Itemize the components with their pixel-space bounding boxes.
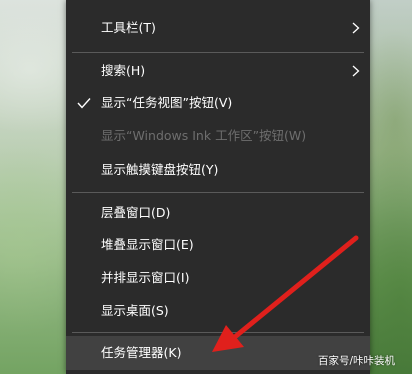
chevron-right-icon xyxy=(352,22,360,34)
wallpaper-left xyxy=(0,0,70,374)
menu-item-label: 并排显示窗口(I) xyxy=(101,270,190,285)
wallpaper-right xyxy=(370,0,412,374)
menu-item-cascade-windows[interactable]: 层叠窗口(D) xyxy=(66,196,370,230)
menu-item-toolbars[interactable]: 工具栏(T) xyxy=(66,11,370,45)
taskbar-context-menu: 工具栏(T) 搜索(H) 显示“任务视图”按钮(V) 显示“Windows In… xyxy=(66,0,370,374)
menu-item-label: 显示“Windows Ink 工作区”按钮(W) xyxy=(101,128,307,143)
chevron-right-icon xyxy=(352,65,360,77)
menu-item-label: 层叠窗口(D) xyxy=(101,205,171,220)
menu-item-label: 搜索(H) xyxy=(101,63,146,78)
menu-item-label: 显示“任务视图”按钮(V) xyxy=(101,95,233,110)
menu-item-label: 任务管理器(K) xyxy=(101,345,182,360)
menu-item-search[interactable]: 搜索(H) xyxy=(66,54,370,88)
menu-item-label: 显示触摸键盘按钮(Y) xyxy=(101,162,219,177)
menu-item-show-desktop[interactable]: 显示桌面(S) xyxy=(66,294,370,328)
menu-item-show-windows-ink: 显示“Windows Ink 工作区”按钮(W) xyxy=(66,119,370,153)
menu-item-label: 堆叠显示窗口(E) xyxy=(101,237,194,252)
menu-separator xyxy=(72,332,364,333)
menu-separator xyxy=(72,52,364,53)
menu-item-show-touch-keyboard[interactable]: 显示触摸键盘按钮(Y) xyxy=(66,153,370,187)
checkmark-icon xyxy=(77,98,91,109)
menu-item-show-task-view[interactable]: 显示“任务视图”按钮(V) xyxy=(66,86,370,120)
menu-item-label: 工具栏(T) xyxy=(101,20,156,35)
menu-item-label: 显示桌面(S) xyxy=(101,303,169,318)
watermark: 百家号/咔咔装机 xyxy=(318,355,396,367)
menu-item-side-by-side[interactable]: 并排显示窗口(I) xyxy=(66,261,370,295)
menu-item-stack-windows[interactable]: 堆叠显示窗口(E) xyxy=(66,228,370,262)
menu-separator xyxy=(72,192,364,193)
